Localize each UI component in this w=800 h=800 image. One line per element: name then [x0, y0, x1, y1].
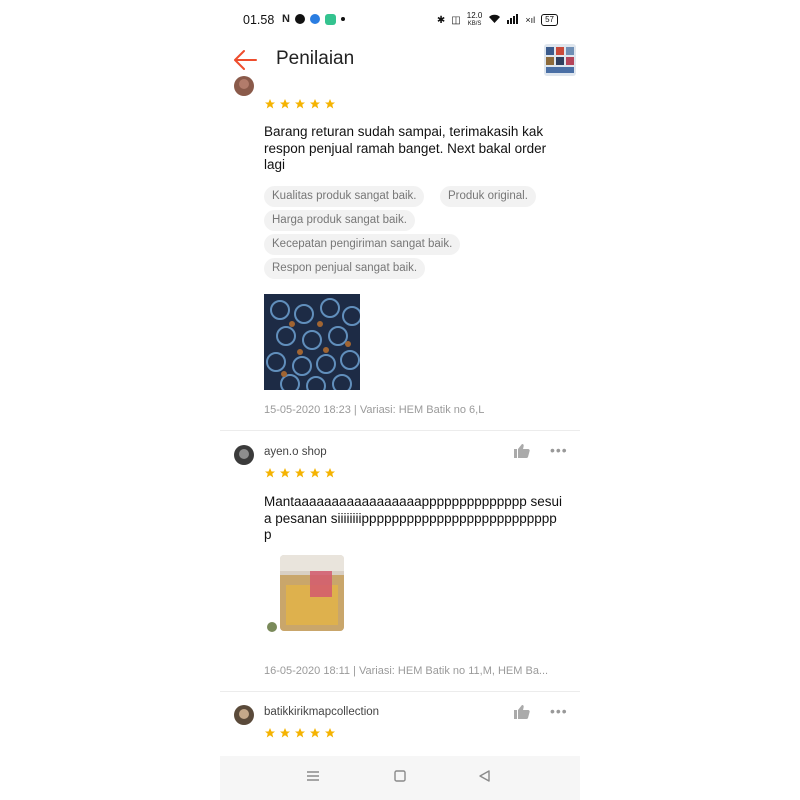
- star-icon: [310, 728, 320, 738]
- star-icon: [265, 99, 275, 109]
- messenger-icon: [309, 14, 320, 24]
- review-tag: Harga produk sangat baik.: [264, 210, 415, 231]
- star-icon: [325, 468, 335, 478]
- n-icon: N: [282, 13, 290, 25]
- back-triangle-icon[interactable]: [478, 770, 490, 785]
- avatar[interactable]: [234, 705, 254, 725]
- star-icon: [295, 728, 305, 738]
- more-icon[interactable]: •••: [550, 703, 568, 719]
- star-icon: [280, 468, 290, 478]
- thumbs-up-icon[interactable]: [514, 705, 530, 719]
- status-time: 01.58: [243, 13, 275, 27]
- avatar[interactable]: [234, 76, 254, 96]
- photo-avatar-icon: [267, 622, 277, 632]
- facebook-icon: [294, 14, 305, 24]
- app-icon: [324, 13, 336, 25]
- star-icon: [265, 468, 275, 478]
- rating-stars: [264, 467, 336, 479]
- star-icon: [295, 99, 305, 109]
- review-text: Mantaaaaaaaaaaaaaaaaapppppppppppppp sesu…: [264, 494, 563, 542]
- bluetooth-icon: ✱: [436, 14, 446, 26]
- rating-stars: [264, 727, 336, 739]
- more-icon[interactable]: •••: [550, 442, 568, 458]
- menu-icon[interactable]: [306, 770, 320, 785]
- review-tag: Kecepatan pengiriman sangat baik.: [264, 234, 461, 255]
- username[interactable]: ayen.o shop: [264, 446, 327, 458]
- app-screen: 01.58 N ✱ ◫ 12.0 KB/S ×ıl 57 Penilaian B…: [220, 0, 580, 800]
- rating-stars: [264, 98, 336, 110]
- review-text: Barang returan sudah sampai, terimakasih…: [264, 124, 547, 172]
- system-nav-bar: [220, 756, 580, 800]
- divider: [220, 430, 580, 431]
- star-icon: [280, 99, 290, 109]
- review-tags: Kualitas produk sangat baik. Produk orig…: [264, 186, 574, 282]
- star-icon: [295, 468, 305, 478]
- back-arrow-icon[interactable]: [232, 48, 258, 72]
- network-speed: 12.0 KB/S: [467, 12, 483, 28]
- review-meta: 15-05-2020 18:23 | Variasi: HEM Batik no…: [264, 404, 485, 416]
- star-icon: [265, 728, 275, 738]
- review-photo[interactable]: [280, 555, 344, 631]
- status-right-icons: ✱ ◫ 12.0 KB/S ×ıl 57: [437, 12, 558, 28]
- star-icon: [280, 728, 290, 738]
- star-icon: [310, 99, 320, 109]
- star-icon: [310, 468, 320, 478]
- vibrate-icon: ◫: [451, 14, 461, 26]
- page-title: Penilaian: [276, 48, 355, 69]
- battery-icon: 57: [541, 14, 558, 26]
- divider: [220, 691, 580, 692]
- speed-unit: KB/S: [467, 21, 482, 27]
- username[interactable]: batikkirikmapcollection: [264, 706, 379, 718]
- signal-off-icon: ×ıl: [525, 15, 536, 25]
- review-photo[interactable]: [264, 294, 362, 396]
- thumbs-up-icon[interactable]: [514, 444, 530, 458]
- signal-icon: [507, 13, 519, 27]
- review-tag: Respon penjual sangat baik.: [264, 258, 426, 279]
- dot-icon: [340, 17, 345, 21]
- wifi-icon: [488, 14, 501, 27]
- star-icon: [325, 728, 335, 738]
- speed-value: 12.0: [466, 11, 483, 20]
- star-icon: [325, 99, 335, 109]
- review-meta: 16-05-2020 18:11 | Variasi: HEM Batik no…: [264, 665, 549, 677]
- home-icon[interactable]: [394, 770, 406, 785]
- avatar[interactable]: [234, 445, 254, 465]
- review-tag: Produk original.: [440, 186, 536, 207]
- review-tag: Kualitas produk sangat baik.: [264, 186, 425, 207]
- product-thumbnail[interactable]: [544, 44, 576, 76]
- status-notification-icons: N: [282, 13, 345, 25]
